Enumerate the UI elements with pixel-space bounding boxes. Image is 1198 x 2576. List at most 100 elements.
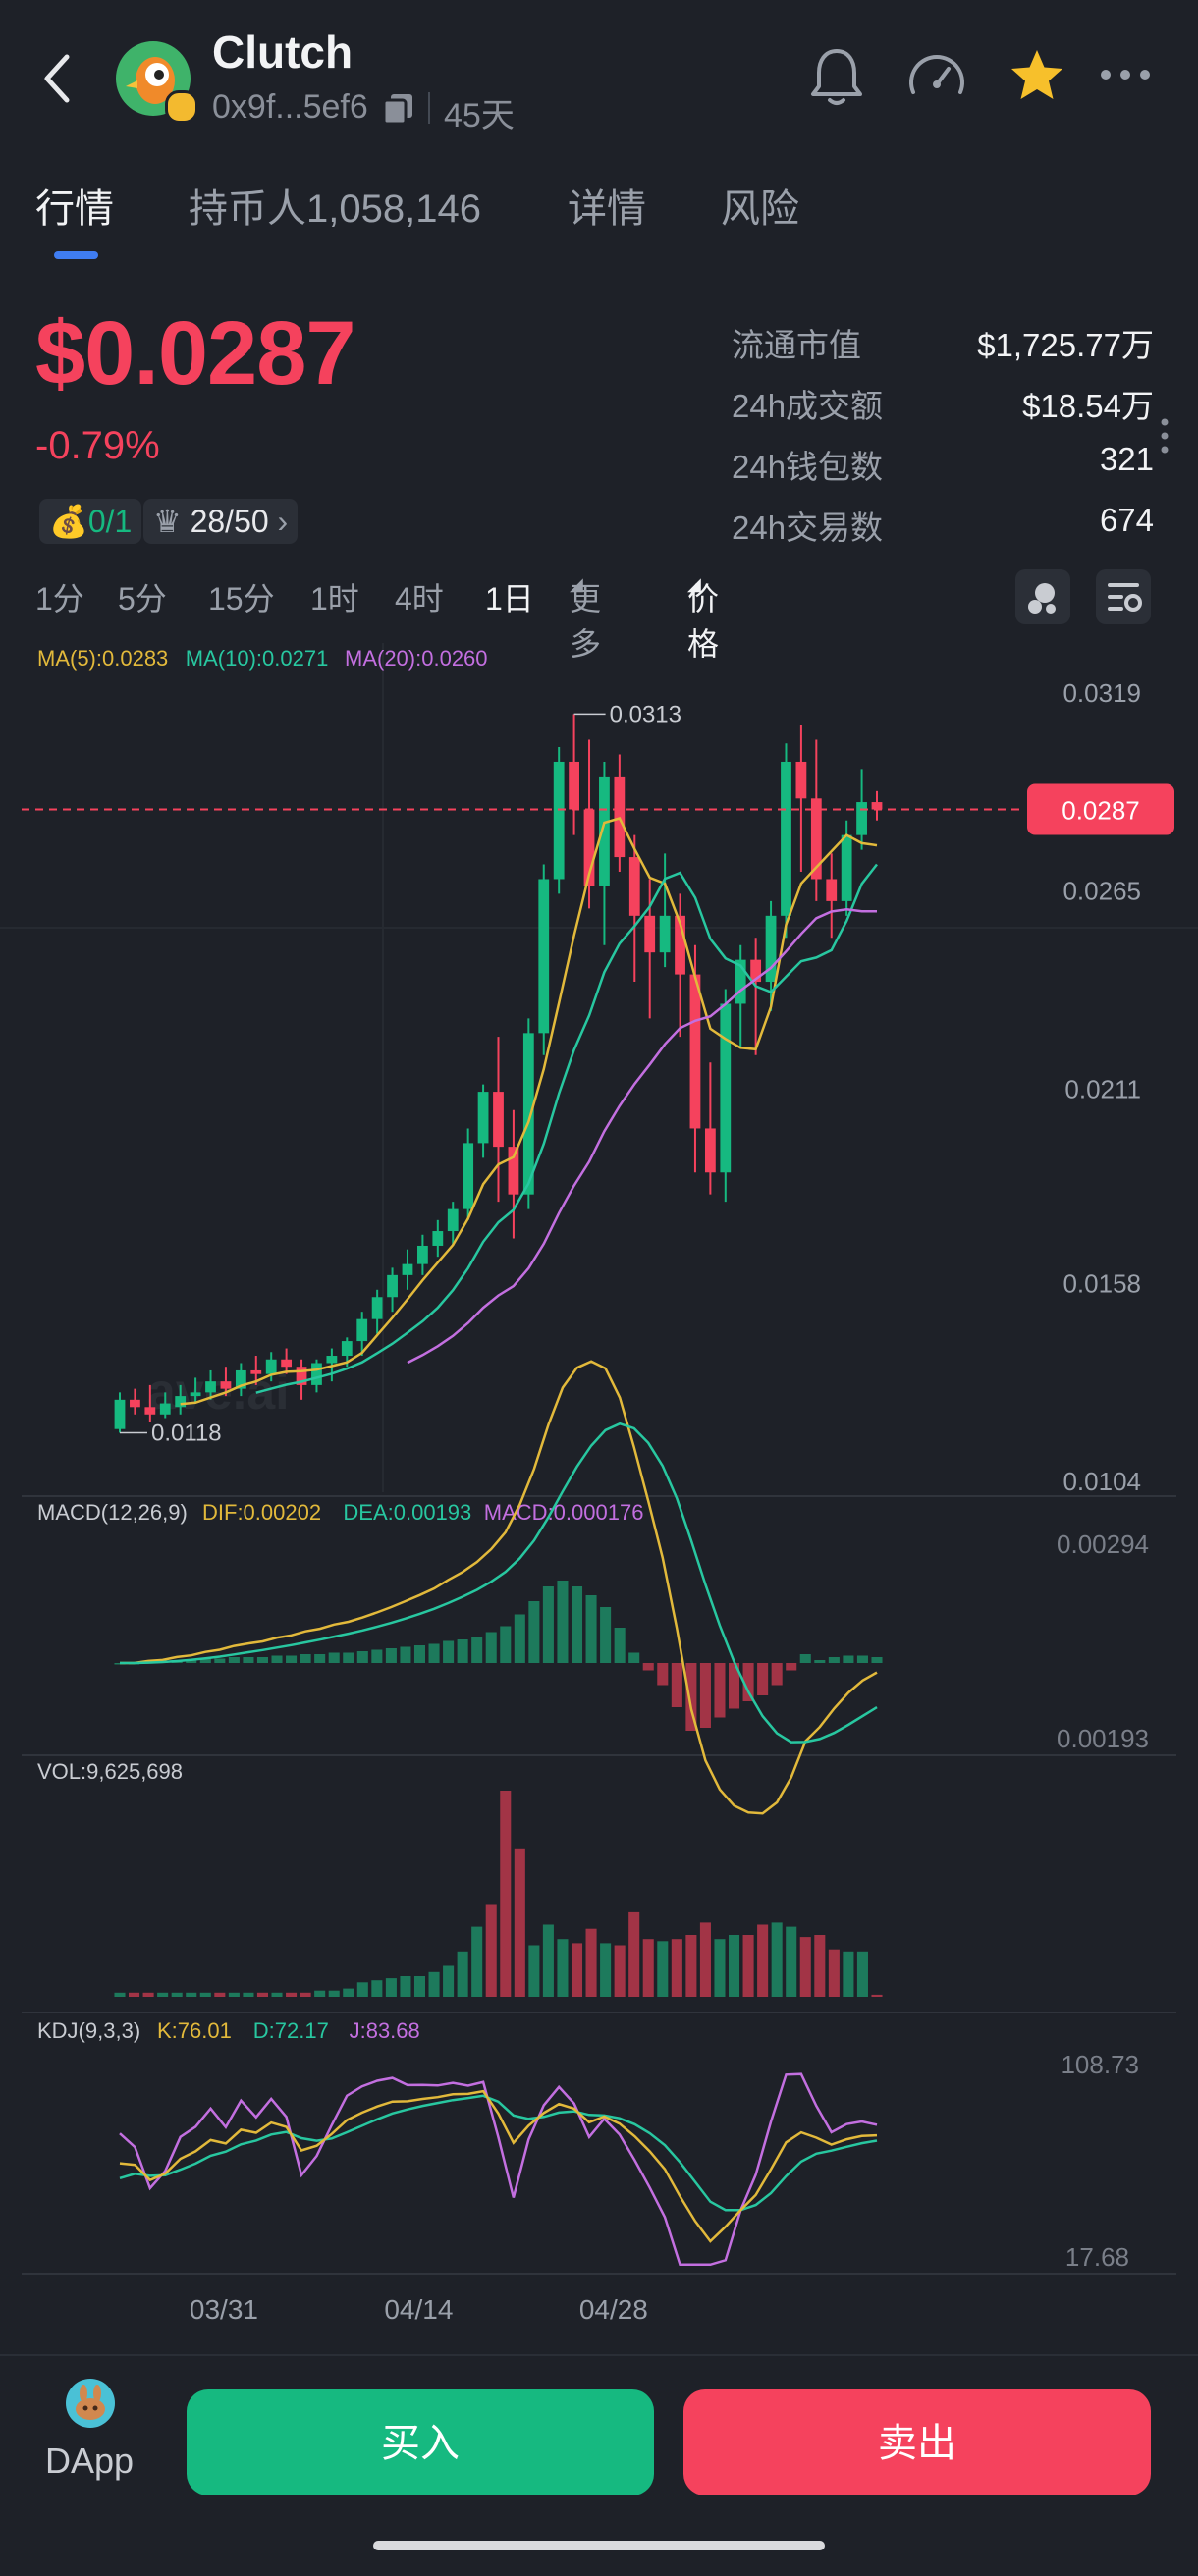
period-1h[interactable]: 1时	[310, 574, 359, 619]
macd-histogram-bar	[471, 1637, 483, 1663]
tab-details[interactable]: 详情	[568, 177, 646, 234]
candle-body	[871, 802, 883, 810]
kdj-y-tick-label: 108.73	[1061, 2050, 1139, 2079]
candle-body	[614, 776, 626, 858]
macd-histogram-bar	[799, 1654, 811, 1663]
macd-histogram-bar	[843, 1655, 854, 1663]
macd-histogram-bar	[385, 1648, 397, 1663]
volume-bar	[371, 1980, 383, 1997]
volume-bar	[286, 1992, 298, 1997]
volume-bar	[142, 1992, 154, 1997]
volume-bar	[400, 1976, 411, 1997]
macd-histogram-bar	[814, 1660, 826, 1663]
candle-body	[371, 1297, 383, 1319]
candle-body	[463, 1143, 474, 1209]
dapp-button[interactable]: DApp	[45, 2378, 134, 2496]
volume-bar	[413, 1976, 426, 1997]
period-4h[interactable]: 4时	[395, 574, 444, 619]
candle-body	[720, 1003, 732, 1173]
high-price-label: 0.0313	[610, 701, 681, 727]
star-icon[interactable]	[1007, 47, 1066, 104]
period-15m[interactable]: 15分	[208, 574, 275, 619]
volume-bar	[628, 1911, 640, 1997]
volume-bar	[243, 1992, 254, 1997]
back-arrow-icon[interactable]	[39, 51, 75, 106]
chain-badge-icon	[165, 90, 198, 124]
volume-bar	[500, 1791, 512, 1997]
volume-bar	[714, 1939, 726, 1997]
candle-body	[553, 761, 565, 880]
more-options-icon[interactable]	[1098, 67, 1153, 82]
macd-histogram-bar	[771, 1663, 783, 1686]
macd-histogram-bar	[542, 1586, 554, 1663]
dropdown-corner-icon: ◢	[570, 574, 583, 594]
candle-body	[689, 974, 701, 1129]
candle-body	[538, 879, 550, 1034]
money-bag-icon: 💰	[49, 504, 88, 539]
stats-panel: 流通市值 $1,725.77万 24h成交额 $18.54万 24h钱包数 321 2…	[732, 319, 1154, 563]
tab-risk[interactable]: 风险	[721, 177, 799, 234]
candle-body	[628, 857, 640, 916]
candle-body	[522, 1033, 534, 1195]
macd-histogram-bar	[228, 1657, 240, 1663]
period-5m[interactable]: 5分	[118, 574, 167, 619]
period-1d[interactable]: 1日	[485, 574, 534, 619]
volume-bar	[828, 1949, 840, 1997]
volume-bar	[585, 1928, 597, 1997]
bag-badge[interactable]: 💰0/1	[39, 499, 142, 544]
bottom-action-bar: DApp 买入 卖出	[0, 2354, 1198, 2576]
stat-value: 674	[1099, 502, 1154, 538]
speedometer-icon[interactable]	[905, 47, 968, 108]
price-change: -0.79%	[35, 424, 160, 467]
copy-icon[interactable]	[381, 90, 416, 126]
volume-bar	[843, 1951, 854, 1997]
indicator-bubbles-button[interactable]	[1015, 569, 1070, 624]
tab-market[interactable]: 行情	[35, 177, 114, 234]
contract-address: 0x9f...5ef6	[212, 88, 368, 126]
pancake-bunny-icon	[66, 2379, 115, 2428]
candle-body	[311, 1363, 322, 1385]
vertical-dots-icon[interactable]	[1159, 416, 1171, 456]
settings-sliders-icon	[1108, 583, 1142, 612]
ma-legend-label: MA(5):0.0283	[37, 646, 168, 671]
volume-bar	[856, 1951, 868, 1997]
candle-body	[477, 1092, 489, 1144]
macd-legend-label: DEA:0.00193	[343, 1500, 471, 1525]
chevron-right-icon: ›	[277, 504, 289, 539]
candle-body	[190, 1392, 201, 1397]
candle-body	[341, 1341, 353, 1357]
macd-histogram-bar	[628, 1652, 640, 1663]
stat-row: 流通市值 $1,725.77万	[732, 319, 1154, 380]
y-axis-tick-label: 0.0104	[1062, 1467, 1141, 1496]
macd-histogram-bar	[642, 1663, 654, 1671]
macd-histogram-bar	[356, 1651, 368, 1663]
volume-bar	[485, 1904, 497, 1997]
crown-icon: ♛	[153, 504, 182, 539]
top-bar: Clutch 0x9f...5ef6 45天	[0, 0, 1198, 147]
period-1m[interactable]: 1分	[35, 574, 84, 619]
macd-histogram-bar	[400, 1646, 411, 1663]
sell-button[interactable]: 卖出	[683, 2389, 1151, 2496]
divider	[428, 92, 430, 124]
buy-button[interactable]: 买入	[187, 2389, 654, 2496]
macd-histogram-bar	[614, 1628, 626, 1663]
macd-histogram-bar	[786, 1663, 797, 1671]
crown-badge[interactable]: ♛ 28/50 ›	[143, 499, 299, 544]
tab-holders[interactable]: 持币人1,058,146	[189, 177, 481, 234]
volume-bar	[814, 1935, 826, 1997]
stat-row: 24h钱包数 321	[732, 441, 1154, 502]
bell-icon[interactable]	[807, 45, 866, 108]
candle-body	[826, 879, 838, 901]
bubbles-icon	[1028, 583, 1056, 614]
stat-label: 24h成交额	[732, 388, 884, 424]
candlestick-chart[interactable]: ave.aiMA(5):0.0283 MA(10):0.0271 MA(20):0.…	[0, 638, 1198, 2336]
macd-histogram-bar	[828, 1657, 840, 1663]
macd-y-tick-label: 0.00193	[1057, 1724, 1149, 1753]
macd-histogram-bar	[286, 1655, 298, 1663]
macd-histogram-bar	[856, 1655, 868, 1663]
chart-settings-button[interactable]	[1096, 569, 1151, 624]
candle-body	[704, 1128, 716, 1173]
stat-label: 流通市值	[732, 327, 861, 363]
candle-body	[326, 1356, 338, 1364]
candle-body	[220, 1381, 232, 1389]
